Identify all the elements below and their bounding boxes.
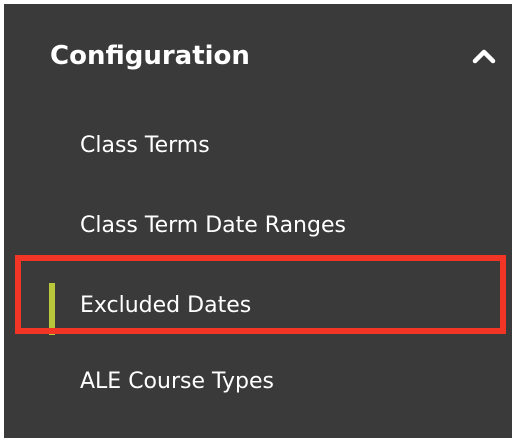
active-indicator bbox=[49, 283, 55, 335]
sidebar-item-ale-course-types[interactable]: ALE Course Types bbox=[4, 344, 512, 420]
sidebar-item-class-terms[interactable]: Class Terms bbox=[4, 108, 512, 184]
chevron-up-icon[interactable] bbox=[470, 42, 498, 70]
sidebar-item-class-term-date-ranges[interactable]: Class Term Date Ranges bbox=[4, 188, 512, 264]
sidebar-panel: Configuration Class Terms Class Term Dat… bbox=[4, 4, 512, 438]
sidebar-item-label: ALE Course Types bbox=[80, 369, 274, 394]
sidebar-item-label: Excluded Dates bbox=[80, 293, 252, 318]
section-title: Configuration bbox=[50, 41, 250, 71]
sidebar-item-excluded-dates[interactable]: Excluded Dates bbox=[4, 268, 512, 344]
sidebar-item-label: Class Terms bbox=[80, 133, 210, 158]
sidebar-item-label: Class Term Date Ranges bbox=[80, 213, 346, 238]
configuration-section-header[interactable]: Configuration bbox=[4, 4, 512, 108]
